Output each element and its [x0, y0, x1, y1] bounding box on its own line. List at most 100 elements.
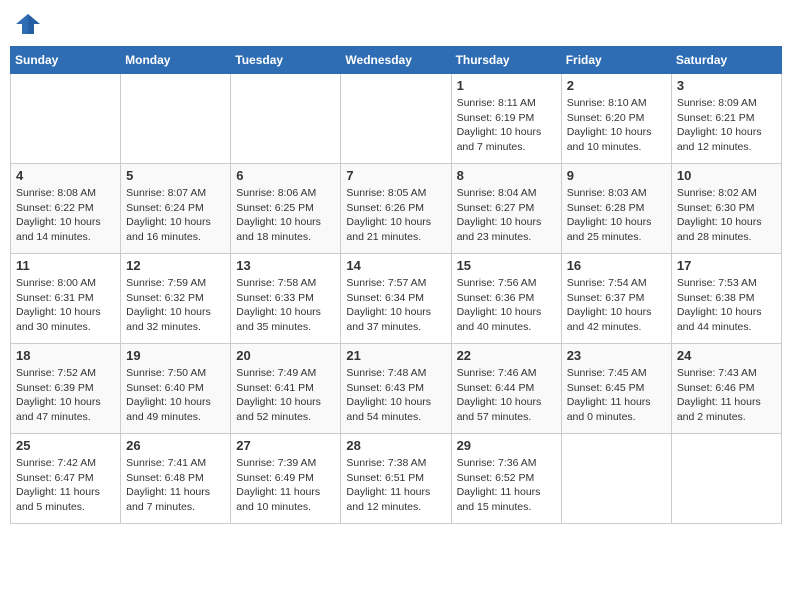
calendar-cell: 19 Sunrise: 7:50 AM Sunset: 6:40 PM Dayli… — [121, 344, 231, 434]
day-number: 8 — [457, 168, 556, 183]
day-number: 22 — [457, 348, 556, 363]
day-info: Sunrise: 7:45 AM Sunset: 6:45 PM Dayligh… — [567, 366, 666, 425]
weekday-header-row: SundayMondayTuesdayWednesdayThursdayFrid… — [11, 47, 782, 74]
day-info: Sunrise: 8:03 AM Sunset: 6:28 PM Dayligh… — [567, 186, 666, 245]
calendar-cell: 18 Sunrise: 7:52 AM Sunset: 6:39 PM Dayli… — [11, 344, 121, 434]
calendar-cell: 24 Sunrise: 7:43 AM Sunset: 6:46 PM Dayli… — [671, 344, 781, 434]
calendar-cell — [121, 74, 231, 164]
day-info: Sunrise: 8:02 AM Sunset: 6:30 PM Dayligh… — [677, 186, 776, 245]
day-number: 16 — [567, 258, 666, 273]
calendar-cell: 20 Sunrise: 7:49 AM Sunset: 6:41 PM Dayli… — [231, 344, 341, 434]
calendar-cell: 26 Sunrise: 7:41 AM Sunset: 6:48 PM Dayli… — [121, 434, 231, 524]
calendar-cell: 7 Sunrise: 8:05 AM Sunset: 6:26 PM Daylig… — [341, 164, 451, 254]
day-info: Sunrise: 7:48 AM Sunset: 6:43 PM Dayligh… — [346, 366, 445, 425]
day-info: Sunrise: 8:06 AM Sunset: 6:25 PM Dayligh… — [236, 186, 335, 245]
day-info: Sunrise: 7:54 AM Sunset: 6:37 PM Dayligh… — [567, 276, 666, 335]
day-number: 11 — [16, 258, 115, 273]
day-info: Sunrise: 7:57 AM Sunset: 6:34 PM Dayligh… — [346, 276, 445, 335]
day-info: Sunrise: 7:50 AM Sunset: 6:40 PM Dayligh… — [126, 366, 225, 425]
day-number: 28 — [346, 438, 445, 453]
calendar-cell — [561, 434, 671, 524]
logo — [14, 10, 46, 38]
weekday-header-thursday: Thursday — [451, 47, 561, 74]
weekday-header-saturday: Saturday — [671, 47, 781, 74]
day-number: 9 — [567, 168, 666, 183]
calendar-cell: 21 Sunrise: 7:48 AM Sunset: 6:43 PM Dayli… — [341, 344, 451, 434]
calendar-cell: 13Sunrise: 7:58 AM Sunset: 6:33 PM Dayli… — [231, 254, 341, 344]
day-info: Sunrise: 8:11 AM Sunset: 6:19 PM Dayligh… — [457, 96, 556, 155]
day-number: 17 — [677, 258, 776, 273]
calendar-cell: 15Sunrise: 7:56 AM Sunset: 6:36 PM Dayli… — [451, 254, 561, 344]
day-number: 26 — [126, 438, 225, 453]
logo-icon — [14, 10, 42, 38]
calendar-cell: 8 Sunrise: 8:04 AM Sunset: 6:27 PM Daylig… — [451, 164, 561, 254]
day-number: 14 — [346, 258, 445, 273]
day-info: Sunrise: 8:00 AM Sunset: 6:31 PM Dayligh… — [16, 276, 115, 335]
day-number: 21 — [346, 348, 445, 363]
calendar-cell: 6 Sunrise: 8:06 AM Sunset: 6:25 PM Daylig… — [231, 164, 341, 254]
calendar-cell: 25Sunrise: 7:42 AM Sunset: 6:47 PM Dayli… — [11, 434, 121, 524]
calendar-cell: 16 Sunrise: 7:54 AM Sunset: 6:37 PM Dayli… — [561, 254, 671, 344]
calendar-cell — [671, 434, 781, 524]
day-info: Sunrise: 8:08 AM Sunset: 6:22 PM Dayligh… — [16, 186, 115, 245]
day-info: Sunrise: 7:53 AM Sunset: 6:38 PM Dayligh… — [677, 276, 776, 335]
day-info: Sunrise: 7:52 AM Sunset: 6:39 PM Dayligh… — [16, 366, 115, 425]
day-info: Sunrise: 7:36 AM Sunset: 6:52 PM Dayligh… — [457, 456, 556, 515]
day-number: 7 — [346, 168, 445, 183]
calendar-cell — [231, 74, 341, 164]
day-info: Sunrise: 7:46 AM Sunset: 6:44 PM Dayligh… — [457, 366, 556, 425]
calendar-cell: 14 Sunrise: 7:57 AM Sunset: 6:34 PM Dayli… — [341, 254, 451, 344]
week-row-3: 11 Sunrise: 8:00 AM Sunset: 6:31 PM Dayli… — [11, 254, 782, 344]
calendar-cell: 9 Sunrise: 8:03 AM Sunset: 6:28 PM Daylig… — [561, 164, 671, 254]
weekday-header-sunday: Sunday — [11, 47, 121, 74]
weekday-header-monday: Monday — [121, 47, 231, 74]
week-row-1: 1 Sunrise: 8:11 AM Sunset: 6:19 PM Daylig… — [11, 74, 782, 164]
day-number: 24 — [677, 348, 776, 363]
day-number: 6 — [236, 168, 335, 183]
page-header — [10, 10, 782, 38]
day-number: 12 — [126, 258, 225, 273]
calendar-cell: 12 Sunrise: 7:59 AM Sunset: 6:32 PM Dayli… — [121, 254, 231, 344]
day-info: Sunrise: 7:49 AM Sunset: 6:41 PM Dayligh… — [236, 366, 335, 425]
week-row-4: 18 Sunrise: 7:52 AM Sunset: 6:39 PM Dayli… — [11, 344, 782, 434]
calendar-cell — [11, 74, 121, 164]
day-number: 19 — [126, 348, 225, 363]
day-info: Sunrise: 8:04 AM Sunset: 6:27 PM Dayligh… — [457, 186, 556, 245]
day-info: Sunrise: 8:09 AM Sunset: 6:21 PM Dayligh… — [677, 96, 776, 155]
day-number: 1 — [457, 78, 556, 93]
day-number: 4 — [16, 168, 115, 183]
day-info: Sunrise: 8:07 AM Sunset: 6:24 PM Dayligh… — [126, 186, 225, 245]
weekday-header-tuesday: Tuesday — [231, 47, 341, 74]
calendar-cell: 23 Sunrise: 7:45 AM Sunset: 6:45 PM Dayli… — [561, 344, 671, 434]
week-row-2: 4 Sunrise: 8:08 AM Sunset: 6:22 PM Daylig… — [11, 164, 782, 254]
calendar-cell: 11 Sunrise: 8:00 AM Sunset: 6:31 PM Dayli… — [11, 254, 121, 344]
week-row-5: 25Sunrise: 7:42 AM Sunset: 6:47 PM Dayli… — [11, 434, 782, 524]
calendar-cell — [341, 74, 451, 164]
day-info: Sunrise: 7:58 AM Sunset: 6:33 PM Dayligh… — [236, 276, 335, 335]
calendar-cell: 5Sunrise: 8:07 AM Sunset: 6:24 PM Daylig… — [121, 164, 231, 254]
day-number: 25 — [16, 438, 115, 453]
day-number: 10 — [677, 168, 776, 183]
day-number: 27 — [236, 438, 335, 453]
calendar-cell: 22 Sunrise: 7:46 AM Sunset: 6:44 PM Dayli… — [451, 344, 561, 434]
calendar-cell: 28 Sunrise: 7:38 AM Sunset: 6:51 PM Dayli… — [341, 434, 451, 524]
calendar-table: SundayMondayTuesdayWednesdayThursdayFrid… — [10, 46, 782, 524]
day-info: Sunrise: 7:43 AM Sunset: 6:46 PM Dayligh… — [677, 366, 776, 425]
day-info: Sunrise: 7:41 AM Sunset: 6:48 PM Dayligh… — [126, 456, 225, 515]
day-info: Sunrise: 7:59 AM Sunset: 6:32 PM Dayligh… — [126, 276, 225, 335]
day-info: Sunrise: 7:38 AM Sunset: 6:51 PM Dayligh… — [346, 456, 445, 515]
weekday-header-wednesday: Wednesday — [341, 47, 451, 74]
day-info: Sunrise: 8:05 AM Sunset: 6:26 PM Dayligh… — [346, 186, 445, 245]
day-number: 3 — [677, 78, 776, 93]
day-number: 18 — [16, 348, 115, 363]
day-number: 20 — [236, 348, 335, 363]
calendar-cell: 3 Sunrise: 8:09 AM Sunset: 6:21 PM Daylig… — [671, 74, 781, 164]
day-info: Sunrise: 7:39 AM Sunset: 6:49 PM Dayligh… — [236, 456, 335, 515]
calendar-cell: 4 Sunrise: 8:08 AM Sunset: 6:22 PM Daylig… — [11, 164, 121, 254]
calendar-cell: 2Sunrise: 8:10 AM Sunset: 6:20 PM Daylig… — [561, 74, 671, 164]
day-number: 23 — [567, 348, 666, 363]
calendar-cell: 17 Sunrise: 7:53 AM Sunset: 6:38 PM Dayli… — [671, 254, 781, 344]
day-number: 2 — [567, 78, 666, 93]
day-number: 15 — [457, 258, 556, 273]
day-number: 29 — [457, 438, 556, 453]
